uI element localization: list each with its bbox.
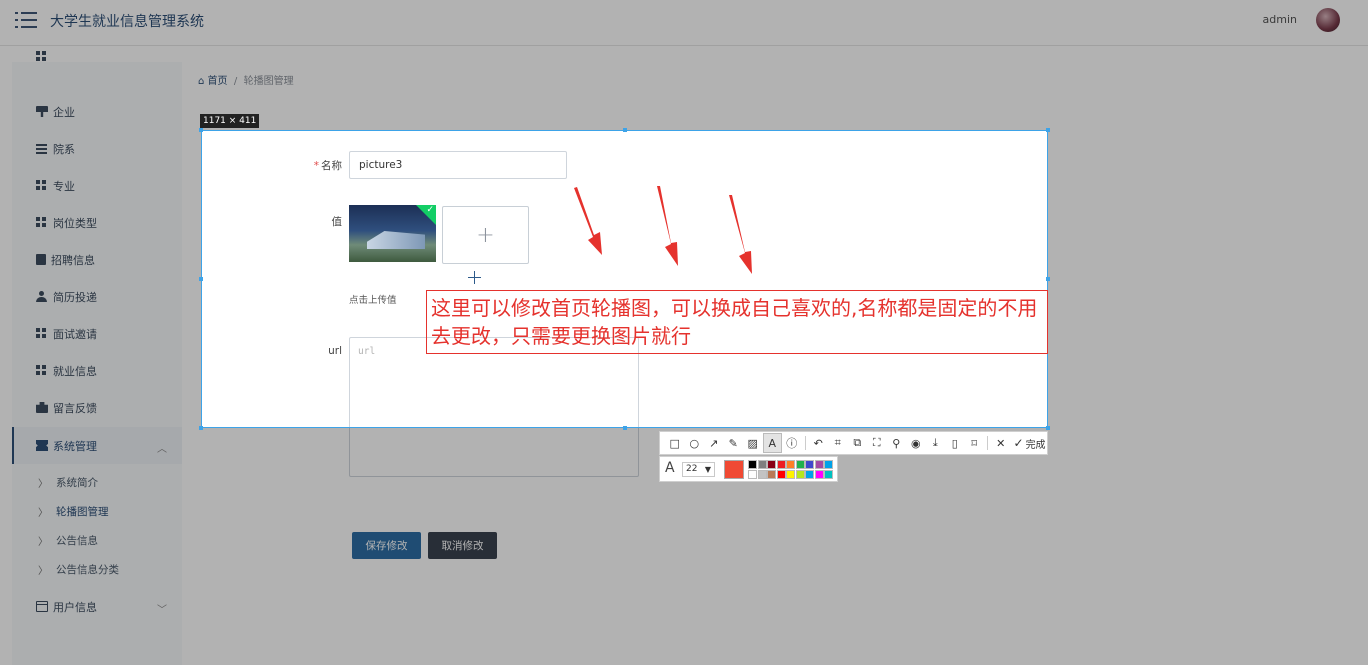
crop-icon[interactable]: ⌗ xyxy=(828,433,848,453)
resize-handle[interactable] xyxy=(199,128,203,132)
resize-handle[interactable] xyxy=(1046,277,1050,281)
text-tool-icon[interactable]: A xyxy=(762,433,782,453)
resize-handle[interactable] xyxy=(199,426,203,430)
font-size-value: 22 xyxy=(686,464,698,474)
color-swatch[interactable] xyxy=(814,470,824,479)
annotation-arrows xyxy=(574,186,752,274)
color-swatch[interactable] xyxy=(786,470,795,479)
arrow-tool-icon[interactable]: ↗ xyxy=(704,433,724,453)
color-swatch[interactable] xyxy=(767,460,776,469)
capture-dim-left xyxy=(0,130,201,428)
arrow-icon xyxy=(729,195,752,274)
translate-icon[interactable]: ⧉ xyxy=(848,433,868,453)
resize-handle[interactable] xyxy=(199,277,203,281)
color-swatch[interactable] xyxy=(786,460,795,469)
chevron-down-icon: ▼ xyxy=(704,465,711,474)
current-color-swatch[interactable] xyxy=(724,460,744,479)
color-swatch[interactable] xyxy=(748,460,757,469)
color-swatch[interactable] xyxy=(824,470,833,479)
record-icon[interactable]: ◉ xyxy=(906,433,926,453)
check-icon: ✓ xyxy=(1013,436,1024,450)
color-swatch[interactable] xyxy=(824,460,833,469)
color-swatch[interactable] xyxy=(748,470,757,479)
pin-icon[interactable]: ⚲ xyxy=(887,433,907,453)
ellipse-tool-icon[interactable]: ○ xyxy=(685,433,705,453)
pen-tool-icon[interactable]: ✎ xyxy=(724,433,744,453)
building-image xyxy=(367,231,425,249)
color-swatch[interactable] xyxy=(757,470,767,479)
color-swatch[interactable] xyxy=(795,460,805,469)
rectangle-tool-icon[interactable]: □ xyxy=(665,433,685,453)
capture-dim-top xyxy=(0,0,1368,130)
phone-icon[interactable]: ▯ xyxy=(945,433,965,453)
crosshair-cursor-icon xyxy=(468,271,481,284)
name-input[interactable]: picture3 xyxy=(349,151,567,179)
resize-handle[interactable] xyxy=(1046,128,1050,132)
url-label: url xyxy=(328,345,342,357)
toolbar-divider xyxy=(987,436,988,450)
color-swatch[interactable] xyxy=(776,460,786,469)
resize-handle[interactable] xyxy=(1046,426,1050,430)
scan-icon[interactable]: ⛶ xyxy=(867,433,887,453)
upload-button[interactable]: + xyxy=(442,206,529,264)
bookmark-icon[interactable]: ⌑ xyxy=(965,433,985,453)
font-icon: A xyxy=(665,460,675,476)
undo-icon[interactable]: ↶ xyxy=(809,433,829,453)
capture-dim-right xyxy=(1048,130,1368,428)
name-label: * 名称 xyxy=(300,158,342,173)
resize-handle[interactable] xyxy=(623,426,627,430)
done-button[interactable]: ✓ 完成 xyxy=(1014,436,1046,451)
text-style-bar: A 22 ▼ xyxy=(659,456,838,482)
done-label: 完成 xyxy=(1025,439,1046,451)
resize-handle[interactable] xyxy=(623,128,627,132)
annotation-text: 这里可以修改首页轮播图，可以换成自己喜欢的,名称都是固定的不用去更改，只需要更换… xyxy=(431,296,1038,348)
color-swatch[interactable] xyxy=(776,470,786,479)
plus-icon: + xyxy=(476,222,495,248)
arrow-icon xyxy=(574,187,602,255)
name-label-text: 名称 xyxy=(321,160,342,172)
color-swatch[interactable] xyxy=(814,460,824,469)
font-size-select[interactable]: 22 ▼ xyxy=(682,462,715,477)
color-swatch[interactable] xyxy=(767,470,776,479)
capture-size-badge: 1171 × 411 xyxy=(200,114,260,128)
arrow-icon xyxy=(657,186,678,266)
color-swatch[interactable] xyxy=(805,460,814,469)
color-swatch[interactable] xyxy=(805,470,814,479)
mosaic-tool-icon[interactable]: ▨ xyxy=(743,433,763,453)
close-icon[interactable]: ✕ xyxy=(991,433,1011,453)
check-icon: ✓ xyxy=(426,205,434,215)
color-swatch[interactable] xyxy=(757,460,767,469)
uploaded-image-thumbnail[interactable]: ✓ xyxy=(349,205,436,262)
download-icon[interactable]: ⤓ xyxy=(926,433,946,453)
required-mark: * xyxy=(313,160,319,172)
toolbar-divider xyxy=(804,436,806,450)
color-swatch[interactable] xyxy=(795,470,805,479)
number-tool-icon[interactable]: ⓘ xyxy=(782,433,802,453)
value-label: 值 xyxy=(331,216,343,228)
capture-toolbar: □ ○ ↗ ✎ ▨ A ⓘ ↶ ⌗ ⧉ ⛶ ⚲ ◉ ⤓ ▯ ⌑ ✕ ✓ 完成 xyxy=(659,431,1048,455)
upload-hint: 点击上传值 xyxy=(349,295,397,306)
